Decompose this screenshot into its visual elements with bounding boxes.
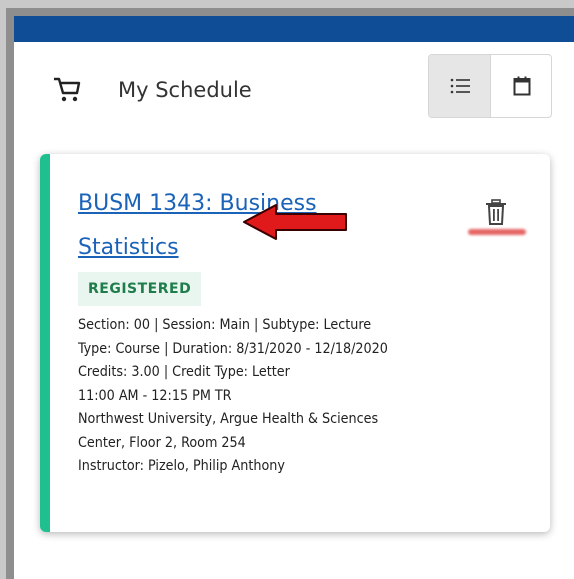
details-line: 11:00 AM - 12:15 PM TR	[78, 387, 232, 404]
details-line: Instructor: Pizelo, Philip Anthony	[78, 458, 285, 474]
calendar-icon	[513, 76, 530, 96]
card-accent-bar	[40, 154, 50, 532]
list-icon	[450, 78, 470, 94]
page-title: My Schedule	[118, 78, 252, 102]
course-details: Section: 00 | Session: Main | Subtype: L…	[78, 314, 546, 479]
red-arrow-icon	[243, 204, 347, 240]
details-line: Section: 00 | Session: Main | Subtype: L…	[78, 317, 372, 333]
details-line: Credits: 3.00 | Credit Type: Letter	[78, 364, 290, 380]
details-line: Type: Course | Duration: 8/31/2020 - 12/…	[78, 340, 388, 357]
details-line: Northwest University, Argue Health & Sci…	[78, 411, 379, 427]
schedule-panel: My Schedule BUSM 1343: Business Statisti…	[14, 16, 574, 579]
view-toggle	[428, 54, 552, 118]
annotation-highlight	[468, 229, 526, 235]
top-bar	[14, 16, 574, 42]
calendar-view-button[interactable]	[490, 55, 551, 117]
cart-icon	[54, 77, 81, 102]
details-line: Center, Floor 2, Room 254	[78, 434, 246, 451]
list-view-button[interactable]	[429, 55, 490, 117]
status-badge: REGISTERED	[78, 272, 202, 306]
trash-icon[interactable]	[484, 198, 508, 228]
